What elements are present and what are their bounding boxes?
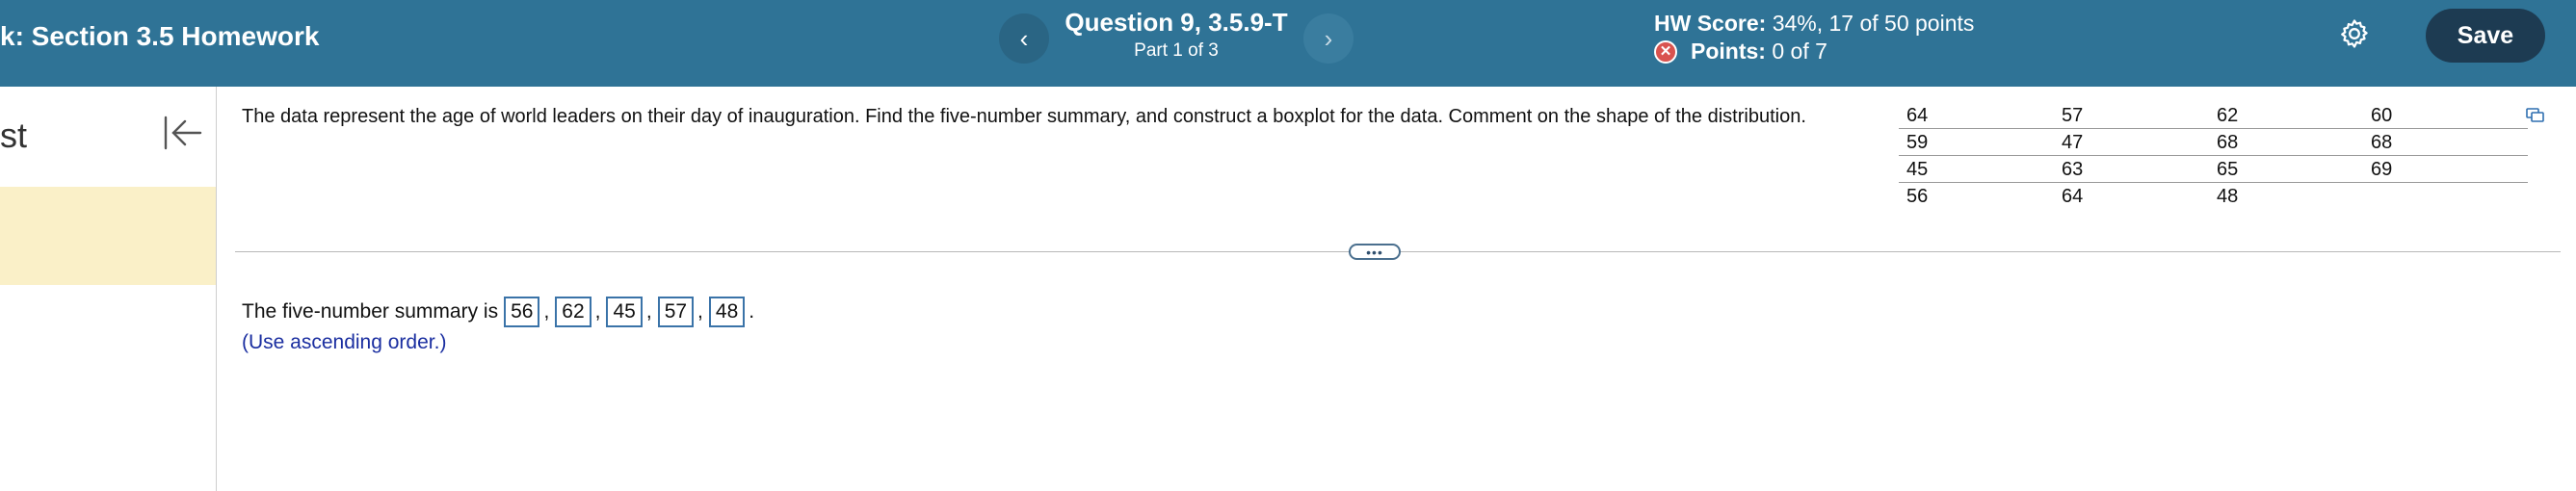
- table-cell: 45: [1906, 159, 1929, 180]
- points-label: Points:: [1691, 39, 1766, 64]
- previous-question-button[interactable]: ‹: [999, 13, 1049, 64]
- gear-icon[interactable]: [2338, 17, 2371, 50]
- points-status: ✕ Points: 0 of 7: [1654, 39, 1827, 65]
- left-sidebar: st: [0, 87, 217, 491]
- table-cell: 56: [1906, 186, 1929, 207]
- chevron-left-icon: ‹: [1019, 23, 1029, 53]
- answer-box-1[interactable]: 56: [504, 297, 540, 327]
- data-table: 64 57 62 60 59 47 68 68 45 63 65 69 56 6…: [1899, 102, 2528, 210]
- table-row: 64 57 62 60: [1899, 102, 2528, 129]
- table-row: 59 47 68 68: [1899, 129, 2528, 156]
- table-cell: 60: [2371, 105, 2393, 126]
- period-suffix: .: [749, 300, 755, 323]
- answer-hint: (Use ascending order.): [242, 331, 447, 353]
- sidebar-title: st: [0, 116, 28, 155]
- copy-data-icon[interactable]: [2526, 108, 2545, 123]
- hw-score-value: 34%, 17 of 50 points: [1772, 11, 1975, 36]
- table-cell: 59: [1906, 132, 1929, 153]
- table-row: 56 64 48: [1899, 183, 2528, 210]
- answer-box-5[interactable]: 48: [708, 297, 746, 327]
- table-cell: 69: [2371, 159, 2393, 180]
- top-header-bar: k: Section 3.5 Homework ‹ Question 9, 3.…: [0, 0, 2576, 87]
- question-title: Question 9, 3.5.9-T: [1065, 8, 1288, 37]
- table-cell: 63: [2062, 159, 2084, 180]
- current-question-highlight[interactable]: [0, 187, 216, 285]
- resize-handle[interactable]: •••: [1349, 244, 1401, 260]
- x-circle-icon: ✕: [1654, 39, 1677, 64]
- hw-score-label: HW Score:: [1654, 11, 1767, 36]
- table-cell: 65: [2217, 159, 2239, 180]
- answer-box-4[interactable]: 57: [657, 297, 695, 327]
- comma-separator: ,: [645, 300, 652, 323]
- question-prompt: The data represent the age of world lead…: [242, 106, 1806, 127]
- chevron-right-icon: ›: [1324, 23, 1333, 53]
- answer-box-2[interactable]: 62: [555, 297, 591, 327]
- comma-separator: ,: [594, 300, 601, 323]
- hw-score: HW Score: 34%, 17 of 50 points: [1654, 11, 1974, 37]
- points-value: 0 of 7: [1772, 39, 1827, 64]
- comma-separator: ,: [543, 300, 550, 323]
- table-cell: 48: [2217, 186, 2239, 207]
- table-cell: 64: [2062, 186, 2084, 207]
- table-cell: 68: [2217, 132, 2239, 153]
- comma-separator: ,: [697, 300, 703, 323]
- table-cell: 64: [1906, 105, 1929, 126]
- answer-prefix: The five-number summary is: [242, 300, 499, 323]
- next-question-button[interactable]: ›: [1303, 13, 1354, 64]
- table-row: 45 63 65 69: [1899, 156, 2528, 183]
- collapse-left-icon[interactable]: [162, 114, 204, 152]
- answer-statement: The five-number summary is 56, 62, 45, 5…: [242, 297, 754, 327]
- table-cell: 47: [2062, 132, 2084, 153]
- save-button[interactable]: Save: [2426, 9, 2545, 63]
- question-part: Part 1 of 3: [1134, 40, 1219, 61]
- table-cell: 62: [2217, 105, 2239, 126]
- table-cell: 68: [2371, 132, 2393, 153]
- answer-box-3[interactable]: 45: [606, 297, 643, 327]
- table-cell: 57: [2062, 105, 2084, 126]
- homework-title: k: Section 3.5 Homework: [0, 21, 320, 51]
